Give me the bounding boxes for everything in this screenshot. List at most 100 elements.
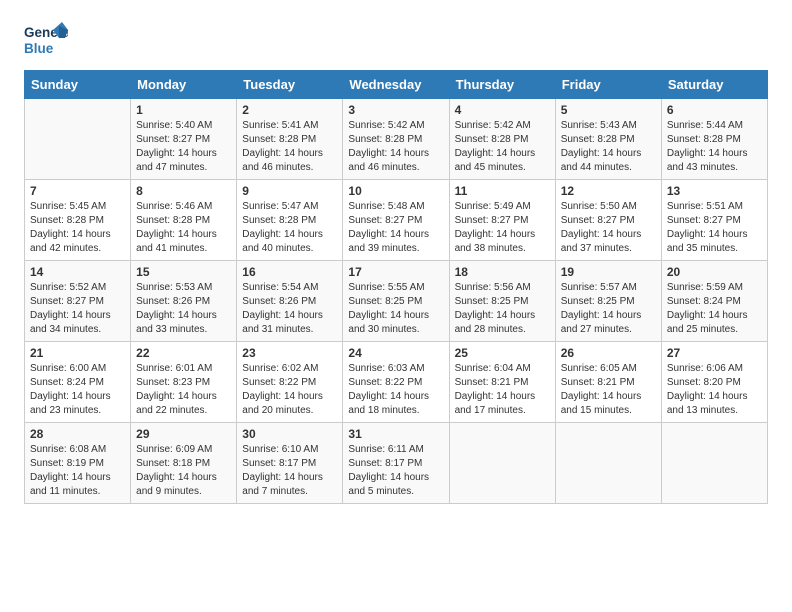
day-content: Sunrise: 5:46 AM Sunset: 8:28 PM Dayligh… [136, 200, 231, 256]
day-content: Sunrise: 6:03 AM Sunset: 8:22 PM Dayligh… [348, 362, 443, 418]
day-cell: 10 Sunrise: 5:48 AM Sunset: 8:27 PM Dayli… [343, 180, 449, 261]
day-content: Sunrise: 5:40 AM Sunset: 8:27 PM Dayligh… [136, 119, 231, 175]
day-cell [661, 423, 767, 504]
day-number: 1 [136, 103, 231, 117]
day-cell: 26Sunrise: 6:05 AM Sunset: 8:21 PM Dayli… [555, 342, 661, 423]
day-number: 15 [136, 265, 231, 279]
day-cell: 15 Sunrise: 5:53 AM Sunset: 8:26 PM Dayli… [131, 261, 237, 342]
day-cell: 6Sunrise: 5:44 AM Sunset: 8:28 PM Daylig… [661, 99, 767, 180]
week-row-0: 1 Sunrise: 5:40 AM Sunset: 8:27 PM Daylig… [25, 99, 768, 180]
day-cell: 2 Sunrise: 5:41 AM Sunset: 8:28 PM Daylig… [237, 99, 343, 180]
day-content: Sunrise: 6:01 AM Sunset: 8:23 PM Dayligh… [136, 362, 231, 418]
day-cell: 24 Sunrise: 6:03 AM Sunset: 8:22 PM Dayli… [343, 342, 449, 423]
day-cell: 25 Sunrise: 6:04 AM Sunset: 8:21 PM Dayli… [449, 342, 555, 423]
day-content: Sunrise: 5:59 AM Sunset: 8:24 PM Dayligh… [667, 281, 762, 337]
day-header-saturday: Saturday [661, 71, 767, 99]
day-content: Sunrise: 5:48 AM Sunset: 8:27 PM Dayligh… [348, 200, 443, 256]
day-content: Sunrise: 6:11 AM Sunset: 8:17 PM Dayligh… [348, 443, 443, 499]
day-number: 2 [242, 103, 337, 117]
day-content: Sunrise: 5:42 AM Sunset: 8:28 PM Dayligh… [455, 119, 550, 175]
day-number: 31 [348, 427, 443, 441]
day-number: 29 [136, 427, 231, 441]
calendar-table: SundayMondayTuesdayWednesdayThursdayFrid… [24, 70, 768, 504]
day-content: Sunrise: 6:06 AM Sunset: 8:20 PM Dayligh… [667, 362, 762, 418]
day-cell: 19Sunrise: 5:57 AM Sunset: 8:25 PM Dayli… [555, 261, 661, 342]
day-content: Sunrise: 6:00 AM Sunset: 8:24 PM Dayligh… [30, 362, 125, 418]
day-content: Sunrise: 5:47 AM Sunset: 8:28 PM Dayligh… [242, 200, 337, 256]
day-cell: 5Sunrise: 5:43 AM Sunset: 8:28 PM Daylig… [555, 99, 661, 180]
day-number: 12 [561, 184, 656, 198]
day-content: Sunrise: 6:09 AM Sunset: 8:18 PM Dayligh… [136, 443, 231, 499]
day-content: Sunrise: 6:04 AM Sunset: 8:21 PM Dayligh… [455, 362, 550, 418]
day-content: Sunrise: 6:02 AM Sunset: 8:22 PM Dayligh… [242, 362, 337, 418]
day-cell: 29 Sunrise: 6:09 AM Sunset: 8:18 PM Dayli… [131, 423, 237, 504]
day-content: Sunrise: 5:55 AM Sunset: 8:25 PM Dayligh… [348, 281, 443, 337]
day-content: Sunrise: 5:52 AM Sunset: 8:27 PM Dayligh… [30, 281, 125, 337]
day-cell: 16 Sunrise: 5:54 AM Sunset: 8:26 PM Dayli… [237, 261, 343, 342]
day-number: 5 [561, 103, 656, 117]
day-content: Sunrise: 5:53 AM Sunset: 8:26 PM Dayligh… [136, 281, 231, 337]
week-row-4: 28 Sunrise: 6:08 AM Sunset: 8:19 PM Dayli… [25, 423, 768, 504]
page-header: General Blue [24, 20, 768, 60]
day-cell: 13 Sunrise: 5:51 AM Sunset: 8:27 PM Dayli… [661, 180, 767, 261]
day-number: 4 [455, 103, 550, 117]
day-cell: 1 Sunrise: 5:40 AM Sunset: 8:27 PM Daylig… [131, 99, 237, 180]
day-number: 10 [348, 184, 443, 198]
day-number: 30 [242, 427, 337, 441]
day-content: Sunrise: 5:41 AM Sunset: 8:28 PM Dayligh… [242, 119, 337, 175]
day-content: Sunrise: 6:08 AM Sunset: 8:19 PM Dayligh… [30, 443, 125, 499]
day-number: 21 [30, 346, 125, 360]
day-header-thursday: Thursday [449, 71, 555, 99]
day-header-friday: Friday [555, 71, 661, 99]
day-content: Sunrise: 5:56 AM Sunset: 8:25 PM Dayligh… [455, 281, 550, 337]
day-header-monday: Monday [131, 71, 237, 99]
week-row-1: 7 Sunrise: 5:45 AM Sunset: 8:28 PM Daylig… [25, 180, 768, 261]
day-cell: 27 Sunrise: 6:06 AM Sunset: 8:20 PM Dayli… [661, 342, 767, 423]
day-number: 20 [667, 265, 762, 279]
day-number: 24 [348, 346, 443, 360]
day-number: 25 [455, 346, 550, 360]
days-header-row: SundayMondayTuesdayWednesdayThursdayFrid… [25, 71, 768, 99]
day-content: Sunrise: 5:45 AM Sunset: 8:28 PM Dayligh… [30, 200, 125, 256]
day-cell: 17Sunrise: 5:55 AM Sunset: 8:25 PM Dayli… [343, 261, 449, 342]
day-number: 16 [242, 265, 337, 279]
day-content: Sunrise: 5:50 AM Sunset: 8:27 PM Dayligh… [561, 200, 656, 256]
week-row-3: 21 Sunrise: 6:00 AM Sunset: 8:24 PM Dayli… [25, 342, 768, 423]
day-number: 7 [30, 184, 125, 198]
day-cell: 9 Sunrise: 5:47 AM Sunset: 8:28 PM Daylig… [237, 180, 343, 261]
day-content: Sunrise: 6:05 AM Sunset: 8:21 PM Dayligh… [561, 362, 656, 418]
day-cell [555, 423, 661, 504]
day-number: 22 [136, 346, 231, 360]
day-cell: 20 Sunrise: 5:59 AM Sunset: 8:24 PM Dayli… [661, 261, 767, 342]
svg-text:Blue: Blue [24, 41, 54, 56]
day-number: 9 [242, 184, 337, 198]
day-cell: 4 Sunrise: 5:42 AM Sunset: 8:28 PM Daylig… [449, 99, 555, 180]
day-number: 13 [667, 184, 762, 198]
day-cell: 28 Sunrise: 6:08 AM Sunset: 8:19 PM Dayli… [25, 423, 131, 504]
day-cell: 14 Sunrise: 5:52 AM Sunset: 8:27 PM Dayli… [25, 261, 131, 342]
day-number: 19 [561, 265, 656, 279]
day-number: 14 [30, 265, 125, 279]
day-number: 23 [242, 346, 337, 360]
day-cell: 18 Sunrise: 5:56 AM Sunset: 8:25 PM Dayli… [449, 261, 555, 342]
day-content: Sunrise: 5:42 AM Sunset: 8:28 PM Dayligh… [348, 119, 443, 175]
day-cell: 11Sunrise: 5:49 AM Sunset: 8:27 PM Dayli… [449, 180, 555, 261]
day-number: 18 [455, 265, 550, 279]
week-row-2: 14 Sunrise: 5:52 AM Sunset: 8:27 PM Dayli… [25, 261, 768, 342]
day-cell: 30Sunrise: 6:10 AM Sunset: 8:17 PM Dayli… [237, 423, 343, 504]
day-content: Sunrise: 5:51 AM Sunset: 8:27 PM Dayligh… [667, 200, 762, 256]
day-number: 11 [455, 184, 550, 198]
day-header-tuesday: Tuesday [237, 71, 343, 99]
day-cell: 8 Sunrise: 5:46 AM Sunset: 8:28 PM Daylig… [131, 180, 237, 261]
day-number: 28 [30, 427, 125, 441]
day-cell: 7 Sunrise: 5:45 AM Sunset: 8:28 PM Daylig… [25, 180, 131, 261]
day-cell: 22 Sunrise: 6:01 AM Sunset: 8:23 PM Dayli… [131, 342, 237, 423]
day-number: 8 [136, 184, 231, 198]
day-content: Sunrise: 5:44 AM Sunset: 8:28 PM Dayligh… [667, 119, 762, 175]
day-number: 27 [667, 346, 762, 360]
day-cell: 3Sunrise: 5:42 AM Sunset: 8:28 PM Daylig… [343, 99, 449, 180]
day-cell: 31 Sunrise: 6:11 AM Sunset: 8:17 PM Dayli… [343, 423, 449, 504]
day-header-wednesday: Wednesday [343, 71, 449, 99]
day-cell: 12 Sunrise: 5:50 AM Sunset: 8:27 PM Dayli… [555, 180, 661, 261]
day-content: Sunrise: 5:54 AM Sunset: 8:26 PM Dayligh… [242, 281, 337, 337]
